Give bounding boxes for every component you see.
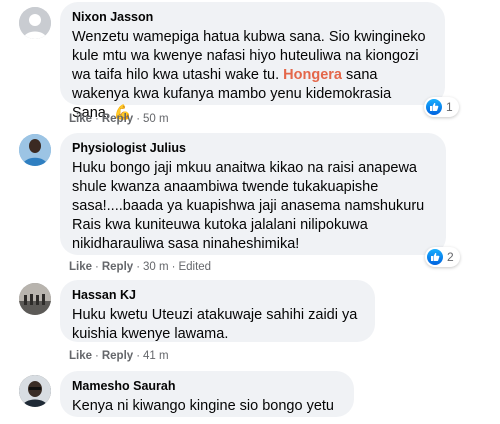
avatar[interactable]: [19, 7, 51, 39]
reaction-count[interactable]: 2: [425, 247, 460, 267]
avatar[interactable]: [19, 375, 51, 407]
comment-bubble: Mamesho Saurah Kenya ni kiwango kingine …: [60, 371, 354, 417]
reaction-count[interactable]: 1: [424, 97, 459, 117]
comment-bubble: Physiologist Julius Huku bongo jaji mkuu…: [60, 133, 446, 255]
comment-actions: Like · Reply · 30 m · Edited: [69, 261, 211, 273]
separator-dot: ·: [171, 261, 176, 273]
separator-dot: ·: [95, 350, 99, 362]
profile-photo-icon: [19, 134, 51, 166]
reply-link[interactable]: Reply: [102, 261, 133, 273]
comment-text: Kenya ni kiwango kingine sio bongo yetu: [72, 398, 334, 414]
comment-text: Huku bongo jaji mkuu anaitwa kikao na ra…: [72, 160, 425, 252]
reaction-count-value: 1: [446, 100, 453, 114]
avatar[interactable]: [19, 283, 51, 315]
edited-label[interactable]: Edited: [178, 261, 211, 273]
comment-text: Huku kwetu Uteuzi atakuwaje sahihi zaidi…: [72, 307, 358, 342]
like-link[interactable]: Like: [69, 350, 92, 362]
separator-dot: ·: [136, 350, 141, 362]
comment-bubble: Hassan KJ Huku kwetu Uteuzi atakuwaje sa…: [60, 280, 375, 342]
profile-photo-icon: [19, 375, 51, 407]
default-user-icon: [19, 7, 51, 39]
comment-author[interactable]: Mamesho Saurah: [72, 379, 342, 394]
reply-link[interactable]: Reply: [102, 113, 133, 125]
timestamp[interactable]: 41 m: [143, 350, 169, 362]
comment-actions: Like · Reply · 50 m: [69, 113, 169, 125]
timestamp[interactable]: 50 m: [143, 113, 169, 125]
comment-author[interactable]: Hassan KJ: [72, 288, 363, 303]
reply-link[interactable]: Reply: [102, 350, 133, 362]
comment-author[interactable]: Physiologist Julius: [72, 141, 434, 156]
like-reaction-icon: [426, 99, 442, 115]
timestamp[interactable]: 30 m: [143, 261, 169, 273]
comment-text: Wenzetu wamepiga hatua kubwa sana. Sio k…: [72, 28, 433, 123]
separator-dot: ·: [95, 261, 99, 273]
comment-author[interactable]: Nixon Jasson: [72, 10, 433, 25]
like-reaction-icon: [427, 249, 443, 265]
highlight-word[interactable]: Hongera: [283, 67, 342, 83]
comment-actions: Like · Reply · 41 m: [69, 350, 169, 362]
separator-dot: ·: [136, 261, 141, 273]
reaction-count-value: 2: [447, 250, 454, 264]
profile-photo-icon: [19, 283, 51, 315]
separator-dot: ·: [136, 113, 141, 125]
comment-bubble: Nixon Jasson Wenzetu wamepiga hatua kubw…: [60, 2, 445, 121]
like-link[interactable]: Like: [69, 113, 92, 125]
separator-dot: ·: [95, 113, 99, 125]
avatar[interactable]: [19, 134, 51, 166]
like-link[interactable]: Like: [69, 261, 92, 273]
